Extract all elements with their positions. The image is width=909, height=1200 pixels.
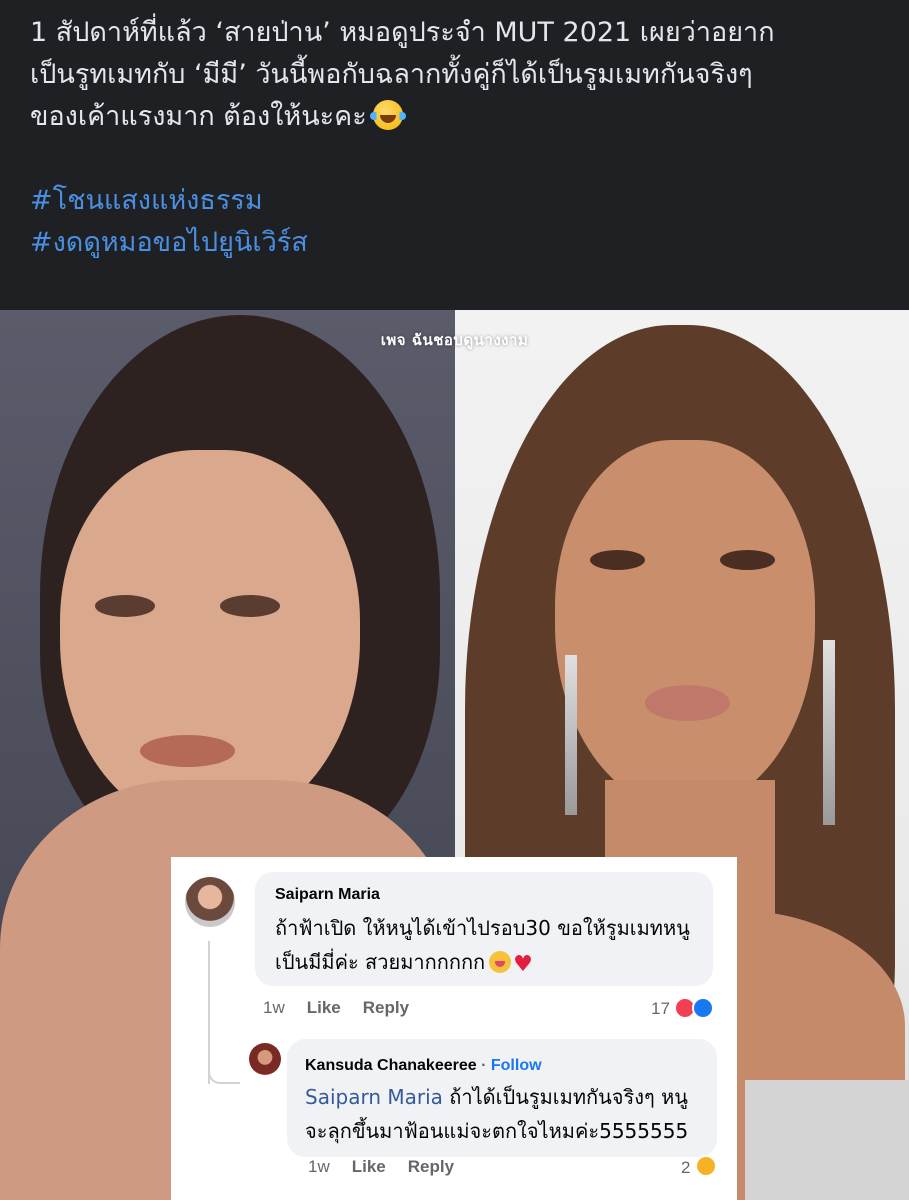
reaction-count[interactable]: 2 <box>681 1158 690 1178</box>
mention-link[interactable]: Saiparn Maria <box>305 1085 443 1109</box>
avatar[interactable] <box>249 1043 281 1075</box>
reply-text-line: Saiparn Maria ถ้าได้เป็นรูมเมทกันจริงๆ ห… <box>305 1085 688 1109</box>
reply-bubble: Kansuda Chanakeeree · Follow Saiparn Mar… <box>287 1039 717 1157</box>
reply-button[interactable]: Reply <box>363 998 409 1017</box>
reply-author[interactable]: Kansuda Chanakeeree <box>305 1057 477 1074</box>
comment-timestamp[interactable]: 1w <box>263 998 285 1017</box>
comment-text-line: ถ้าฟ้าเปิด ให้หนูได้เข้าไปรอบ30 ขอให้รูม… <box>275 916 690 940</box>
reply-author-row: Kansuda Chanakeeree · Follow <box>305 1057 542 1074</box>
caption-line-1: 1 สัปดาห์ที่แล้ว ‘สายป่าน’ หมอดูประจำ MU… <box>30 17 775 48</box>
comment-actions: 1w Like Reply <box>263 998 431 1018</box>
avatar[interactable] <box>185 877 235 927</box>
like-button[interactable]: Like <box>307 998 341 1017</box>
reaction-count[interactable]: 17 <box>651 999 670 1019</box>
reply-actions: 1w Like Reply <box>308 1157 476 1177</box>
like-reaction-icon <box>692 997 714 1019</box>
comment-bubble: Saiparn Maria ถ้าฟ้าเปิด ให้หนูได้เข้าไป… <box>255 872 713 986</box>
image-watermark: เพจ ฉันชอบดูนางงาม <box>380 331 529 349</box>
follow-button[interactable]: Follow <box>491 1057 542 1074</box>
caption-line-2: เป็นรูทเมทกับ ‘มีมี’ วันนี้พอกับฉลากทั้ง… <box>30 59 753 90</box>
caption-line-3-text: ของเค้าแรงมาก ต้องให้นะคะ <box>30 101 367 132</box>
squinting-tongue-emoji-icon <box>489 951 512 973</box>
tears-of-joy-emoji-icon <box>369 100 406 130</box>
reply-text-line: จะลุกขึ้นมาฟ้อนแม่จะตกใจไหมค่ะ5555555 <box>305 1119 689 1143</box>
post-caption: 1 สัปดาห์ที่แล้ว ‘สายป่าน’ หมอดูประจำ MU… <box>30 12 890 264</box>
like-button[interactable]: Like <box>352 1157 386 1176</box>
haha-reaction-icon <box>695 1155 717 1177</box>
comment-thread-card: Saiparn Maria ถ้าฟ้าเปิด ให้หนูได้เข้าไป… <box>171 857 737 1200</box>
heart-emoji-icon: ♥ <box>513 952 533 977</box>
comment-author[interactable]: Saiparn Maria <box>275 886 380 904</box>
hashtag-link-2[interactable]: #งดดูหมอขอไปยูนิเวิร์ส <box>30 222 890 264</box>
hashtag-link-1[interactable]: #โชนแสงแห่งธรรม <box>30 180 890 222</box>
reply-button[interactable]: Reply <box>408 1157 454 1176</box>
comment-text-line: เป็นมีมี่ค่ะ สวยมากกกกก ♥ <box>275 946 533 981</box>
caption-line-3: ของเค้าแรงมาก ต้องให้นะคะ <box>30 96 890 138</box>
reply-timestamp[interactable]: 1w <box>308 1157 330 1176</box>
